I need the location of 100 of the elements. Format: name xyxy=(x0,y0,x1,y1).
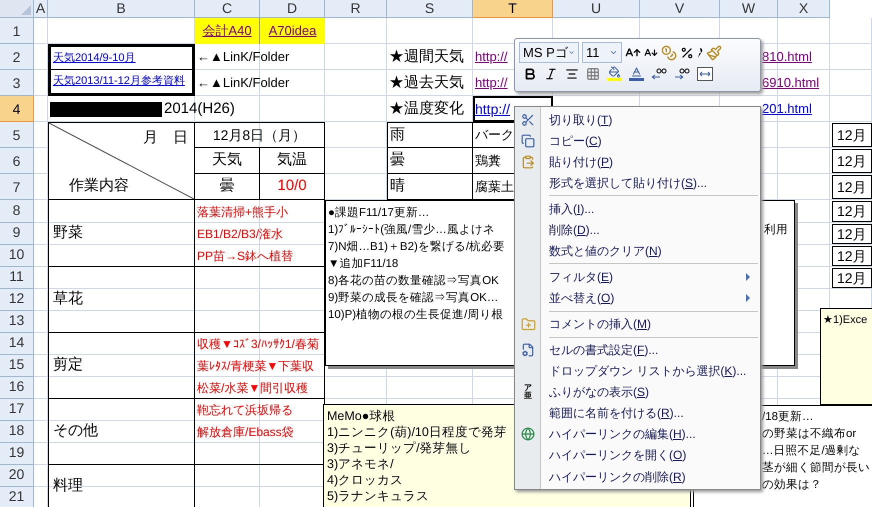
row-header[interactable]: 12 xyxy=(0,289,34,311)
row-header[interactable]: 8 xyxy=(0,200,34,223)
hyperlink-cell[interactable]: 201.html xyxy=(760,96,872,122)
row-header[interactable]: 2 xyxy=(0,44,34,70)
row-header[interactable]: 7 xyxy=(0,174,34,200)
comment-text: 8)各花の苗の数量確認⇒写真OK xyxy=(328,274,499,289)
hyperlink-cell[interactable]: 会計A40 xyxy=(195,18,260,44)
row-header[interactable]: 21 xyxy=(0,487,34,507)
decimal-icon[interactable] xyxy=(651,66,667,80)
row-header[interactable]: 9 xyxy=(0,223,34,245)
menu-item[interactable]: 並べ替え(O) xyxy=(515,288,760,309)
table-cell-text: 解放倉庫/Ebass袋 xyxy=(196,424,295,441)
row-header[interactable]: 15 xyxy=(0,355,34,377)
row-header[interactable]: 18 xyxy=(0,421,34,443)
menu-item[interactable]: ハイパーリンクを開く(O) xyxy=(515,444,760,466)
column-header[interactable]: W xyxy=(720,0,778,18)
column-header[interactable]: A xyxy=(34,0,48,18)
table-cell-text: ★過去天気 xyxy=(388,72,465,93)
fill-color-icon[interactable] xyxy=(607,66,622,81)
row-header[interactable]: 6 xyxy=(0,148,34,174)
hyperlink-cell[interactable]: http:// xyxy=(473,44,510,70)
column-header[interactable]: X xyxy=(778,0,830,18)
column-header[interactable]: V xyxy=(640,0,720,18)
table-cell-text: ★週間天気 xyxy=(388,46,465,67)
row-header[interactable]: 17 xyxy=(0,399,34,421)
table-cell-text: 松菜/水菜▼間引収穫 xyxy=(196,380,310,397)
row-header[interactable]: 3 xyxy=(0,70,34,96)
menu-item[interactable]: コメントの挿入(M) xyxy=(515,314,760,335)
column-header[interactable]: B xyxy=(48,0,195,18)
hyperlink-cell[interactable]: 6910.html xyxy=(760,70,872,96)
percent-icon[interactable] xyxy=(680,46,694,60)
column-header[interactable]: S xyxy=(387,0,473,18)
row-header[interactable]: 13 xyxy=(0,311,34,333)
table-cell: 気温 xyxy=(260,148,325,174)
globe-icon xyxy=(521,427,535,442)
table-cell: その他 xyxy=(48,399,195,465)
hyperlink-cell[interactable]: A70idea xyxy=(260,18,325,44)
table-cell: 12月 xyxy=(832,201,872,222)
table-cell: 12月 xyxy=(832,224,872,244)
decimal-icon[interactable] xyxy=(674,66,690,80)
table-cell-text: EB1/B2/B3/潅水 xyxy=(196,226,284,243)
comment-text: 利用 xyxy=(764,222,788,238)
comment-text: 10)P)植物の根の生長促進/周り根 xyxy=(328,308,504,323)
copy-icon xyxy=(521,134,535,148)
menu-item[interactable]: 数式と値のクリア(N) xyxy=(515,240,760,262)
table-cell: 12月8日（月） xyxy=(195,122,325,148)
task-label: 作業内容 xyxy=(69,176,129,196)
row-header[interactable]: 10 xyxy=(0,245,34,267)
table-cell-text: 収穫▼ｺｽﾞ3/ﾊｯｻｸ1/春菊 xyxy=(196,336,320,353)
table-cell: 12月 xyxy=(832,246,872,266)
comment-text: 5)ラナンキュラス xyxy=(327,488,430,504)
row-header[interactable]: 16 xyxy=(0,377,34,399)
row-header[interactable]: 19 xyxy=(0,443,34,465)
comment-text: 3)チューリップ/発芽無し xyxy=(327,440,472,456)
column-header[interactable]: U xyxy=(553,0,640,18)
menu-item[interactable]: ドロップダウン リストから選択(K)... xyxy=(515,360,760,382)
table-cell: 曇 xyxy=(387,148,473,174)
menu-item[interactable]: 削除(D)... xyxy=(515,219,760,240)
table-cell: 10/0 xyxy=(260,174,325,200)
comment-text: 9)野菜の成長を確認⇒写真OK… xyxy=(328,290,498,306)
column-header[interactable]: R xyxy=(325,0,387,18)
column-header[interactable]: C xyxy=(195,0,260,18)
menu-item[interactable]: 範囲に名前を付ける(R)... xyxy=(515,402,760,424)
menu-item[interactable]: ハイパーリンクの編集(H)... xyxy=(515,424,760,445)
row-header[interactable]: 1 xyxy=(0,18,34,44)
bold-icon[interactable] xyxy=(523,66,537,80)
row-header[interactable]: 11 xyxy=(0,267,34,289)
comment-text: ▼追加F11/18 xyxy=(328,256,398,272)
row-header[interactable]: 14 xyxy=(0,333,34,355)
menu-item[interactable]: フィルタ(E) xyxy=(515,266,760,288)
hyperlink-cell[interactable]: http:// xyxy=(473,70,510,96)
font-color-icon[interactable] xyxy=(629,66,644,81)
comma-icon[interactable] xyxy=(697,48,703,58)
font-name-dropdown[interactable]: MS Pゴ xyxy=(519,42,579,63)
comment-text: の効果は？ xyxy=(762,478,822,493)
menu-item[interactable]: ハイパーリンクの削除(R) xyxy=(515,466,760,488)
table-cell: 剪定 xyxy=(48,333,195,399)
align-center-icon[interactable] xyxy=(565,66,579,80)
table-cell: 雨 xyxy=(387,122,473,148)
hyperlink-cell[interactable]: 天気2014/9-10月 xyxy=(48,44,195,70)
column-header[interactable]: D xyxy=(260,0,325,18)
table-cell-text: 鞄忘れて浜坂帰る xyxy=(196,402,294,419)
comment-text: /18更新… xyxy=(762,409,814,425)
table-cell-text: ←▲LinK/Folder xyxy=(196,74,290,92)
row-header[interactable]: 20 xyxy=(0,465,34,487)
comment-text: 7)N畑…B1)＋B2)を繋げる/杭必要 xyxy=(328,240,506,255)
hyperlink-cell[interactable]: 810.html xyxy=(760,44,872,70)
italic-icon[interactable] xyxy=(544,66,558,80)
menu-item[interactable]: 挿入(I)... xyxy=(515,198,760,220)
borders-icon[interactable] xyxy=(586,66,600,80)
caret-icon xyxy=(609,48,618,57)
row-header[interactable]: 4 xyxy=(0,96,34,122)
row-header[interactable]: 5 xyxy=(0,122,34,148)
menu-item[interactable]: セルの書式設定(F)... xyxy=(515,340,760,361)
menu-item[interactable]: ア 亜 ふりがなの表示(S) xyxy=(515,382,760,403)
table-cell-text: 葉ﾚﾀｽ/青梗菜▼下葉収 xyxy=(196,358,316,375)
comment-text: MeMo●球根 xyxy=(327,408,396,424)
column-header[interactable]: T xyxy=(473,0,553,18)
merge-center-icon[interactable] xyxy=(697,66,713,80)
font-size-dropdown[interactable]: 11 xyxy=(582,42,622,63)
